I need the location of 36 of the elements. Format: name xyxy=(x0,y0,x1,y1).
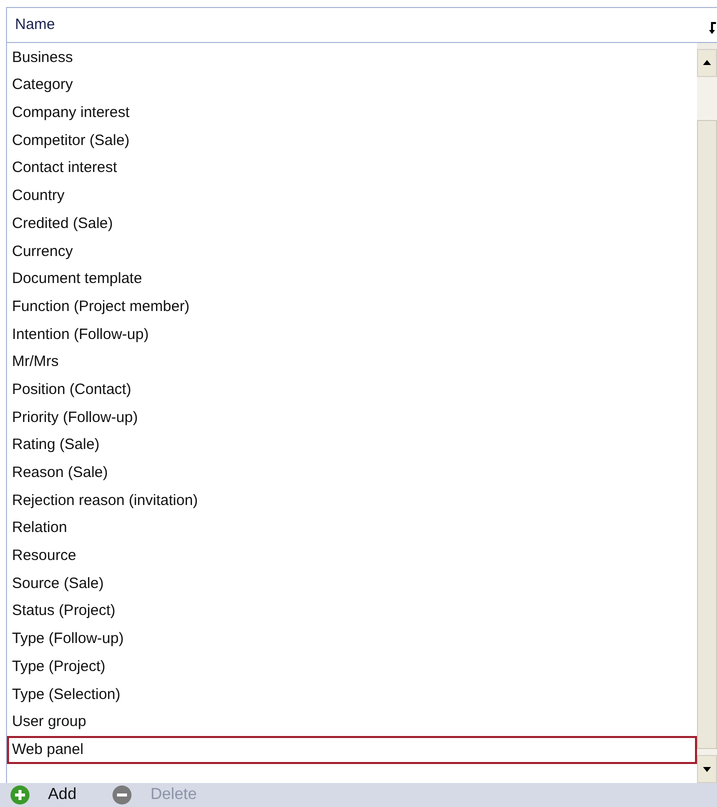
list-item[interactable]: Source (Sale) xyxy=(7,570,697,598)
add-button[interactable]: Add xyxy=(8,783,78,807)
list-item[interactable]: Web panel xyxy=(7,736,697,764)
list-item[interactable]: Rating (Sale) xyxy=(7,431,697,459)
up-arrow-icon xyxy=(703,60,711,66)
plus-icon xyxy=(10,785,30,805)
list-item[interactable]: Relation xyxy=(7,514,697,542)
curved-arrow-icon[interactable] xyxy=(709,20,717,35)
list-item[interactable]: Type (Project) xyxy=(7,652,697,680)
list-item[interactable]: Country xyxy=(7,182,697,210)
scroll-up-button[interactable] xyxy=(697,48,717,77)
list-item[interactable]: Function (Project member) xyxy=(7,292,697,321)
minus-icon xyxy=(112,785,132,805)
list-item[interactable]: Status (Project) xyxy=(7,597,697,626)
list-item[interactable]: Type (Selection) xyxy=(7,680,697,708)
list-item[interactable]: Contact interest xyxy=(7,154,697,182)
list-item[interactable]: Company interest xyxy=(7,99,697,127)
list-item[interactable]: Position (Contact) xyxy=(7,376,697,404)
column-header[interactable]: Name xyxy=(6,7,717,43)
list-item[interactable]: Currency xyxy=(7,238,697,266)
list-item[interactable]: Mr/Mrs xyxy=(7,348,697,376)
list-item[interactable]: User group xyxy=(7,708,697,736)
list-item[interactable]: Credited (Sale) xyxy=(7,210,697,238)
list-item[interactable]: Business xyxy=(7,44,697,72)
list-item[interactable]: Intention (Follow-up) xyxy=(7,320,697,348)
list-item[interactable]: Type (Follow-up) xyxy=(7,625,697,653)
list-item[interactable]: Competitor (Sale) xyxy=(7,126,697,154)
down-arrow-icon xyxy=(703,766,711,772)
column-title: Name xyxy=(14,16,56,34)
list-item[interactable]: Rejection reason (invitation) xyxy=(7,486,697,514)
list-item[interactable]: Reason (Sale) xyxy=(7,459,697,487)
scroll-down-button[interactable] xyxy=(697,755,717,783)
list-item[interactable]: Resource xyxy=(7,542,697,570)
list-item[interactable]: Category xyxy=(7,71,697,100)
list-item[interactable]: Document template xyxy=(7,265,697,293)
list-item[interactable]: Priority (Follow-up) xyxy=(7,404,697,432)
